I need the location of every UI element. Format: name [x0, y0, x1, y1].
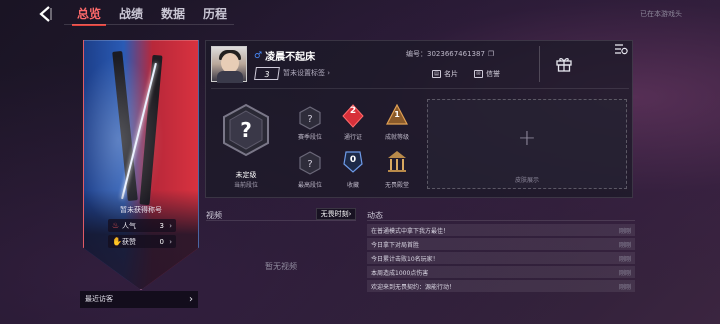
tab-data[interactable]: 数据 — [152, 4, 194, 24]
tab-overview[interactable]: 总览 — [68, 4, 110, 26]
flame-icon: ♨ — [112, 221, 120, 230]
chevron-right-icon: › — [327, 69, 331, 77]
player-name: ♂ 凌晨不起床 — [254, 50, 316, 64]
title-label: 暂未获得称号 — [120, 206, 162, 214]
chevron-right-icon: › — [348, 210, 352, 218]
copy-icon[interactable]: ❐ — [488, 50, 494, 58]
likes-value: 0 — [159, 237, 164, 246]
male-gender-icon: ♂ — [254, 50, 263, 61]
activity-feed: 在普通模式中拿下我方最佳！ 刚刚 今日拿下对局首胜 刚刚 今日累计击败10名玩家！刚… — [367, 224, 635, 294]
plus-icon: + — [517, 126, 537, 151]
header-divider — [539, 46, 540, 82]
tab-history[interactable]: 历程 — [194, 4, 236, 24]
recent-visitors-label: 最近访客 — [85, 295, 113, 303]
skin-display-slot[interactable]: + 皮肤展示 — [427, 99, 627, 189]
recent-visitors-button[interactable]: 最近访客 › — [80, 291, 198, 308]
achievement-label: 成就等级 — [384, 134, 409, 141]
current-rank-label: 未定级 — [235, 171, 257, 179]
weapon-poster[interactable] — [83, 40, 199, 290]
highest-rank-icon[interactable]: ? — [299, 151, 321, 175]
uid-row: 编号：3023667461387 ❐ — [406, 49, 494, 59]
likes-label: 获赞 — [122, 237, 136, 246]
level-badge: 3 — [254, 67, 280, 80]
skin-display-label: 皮肤展示 — [514, 177, 539, 184]
hall-icon[interactable] — [386, 150, 408, 174]
feed-item[interactable]: 今日累计击败10名玩家！ 刚刚 — [367, 252, 635, 264]
tag-placeholder: 暂未设置标签 — [283, 69, 325, 77]
nav-tabs: 总览 战绩 数据 历程 — [68, 4, 236, 26]
battle-pass-value: 2 — [349, 106, 357, 116]
video-divider — [206, 220, 356, 221]
feed-item[interactable]: 在普通模式中拿下我方最佳！ 刚刚 — [367, 224, 635, 236]
popularity-value: 3 — [159, 221, 164, 230]
chevron-right-icon: › — [189, 294, 193, 305]
feed-item[interactable]: 今日拿下对局首胜 刚刚 — [367, 238, 635, 250]
gift-icon[interactable] — [555, 55, 573, 73]
feed-divider — [367, 220, 635, 221]
video-filter-dropdown[interactable]: 无畏时刻› — [316, 208, 356, 220]
card-divider — [211, 88, 629, 89]
tab-divider — [64, 24, 234, 25]
svg-text:?: ? — [307, 114, 312, 125]
feed-item[interactable]: 欢迎来到无畏契约：源能行动！ 刚刚 — [367, 280, 635, 292]
hall-label: 无畏殿堂 — [384, 182, 409, 189]
back-arrow-icon[interactable] — [36, 4, 56, 24]
chevron-right-icon: › — [169, 237, 172, 246]
empty-video-text: 暂无视频 — [265, 262, 297, 271]
reputation-button[interactable]: ✉ 信誉 — [474, 68, 500, 80]
tag-selector[interactable]: 暂未设置标签 › — [283, 68, 330, 78]
name-card-button[interactable]: ▤ 名片 — [432, 68, 458, 80]
settings-list-icon[interactable] — [614, 42, 628, 56]
season-rank-icon[interactable]: ? — [299, 106, 321, 130]
feed-item[interactable]: 本周造成1000点伤害 刚刚 — [367, 266, 635, 278]
svg-text:?: ? — [240, 118, 252, 142]
achievement-value: 1 — [394, 110, 400, 119]
thumb-up-icon: ✋ — [112, 237, 122, 246]
likes-row[interactable]: ✋ 获赞 0 › — [108, 235, 176, 248]
unranked-badge-icon[interactable]: ? — [222, 103, 270, 157]
avatar[interactable] — [211, 46, 247, 83]
mail-icon: ✉ — [474, 70, 483, 78]
tab-records[interactable]: 战绩 — [110, 4, 152, 24]
popularity-label: 人气 — [122, 221, 136, 230]
top-hint: 已在本游戏头 — [640, 10, 682, 18]
card-icon: ▤ — [432, 70, 441, 78]
collection-label: 收藏 — [346, 182, 359, 189]
current-rank-sub: 当前段位 — [233, 182, 258, 189]
chevron-right-icon: › — [169, 221, 172, 230]
uid-text: 编号：3023667461387 — [406, 50, 485, 58]
battle-pass-label: 通行证 — [343, 134, 362, 141]
popularity-row[interactable]: ♨ 人气 3 › — [108, 219, 176, 232]
video-filter-label: 无畏时刻 — [320, 210, 349, 218]
svg-text:?: ? — [307, 159, 312, 170]
collection-value: 0 — [349, 155, 357, 165]
